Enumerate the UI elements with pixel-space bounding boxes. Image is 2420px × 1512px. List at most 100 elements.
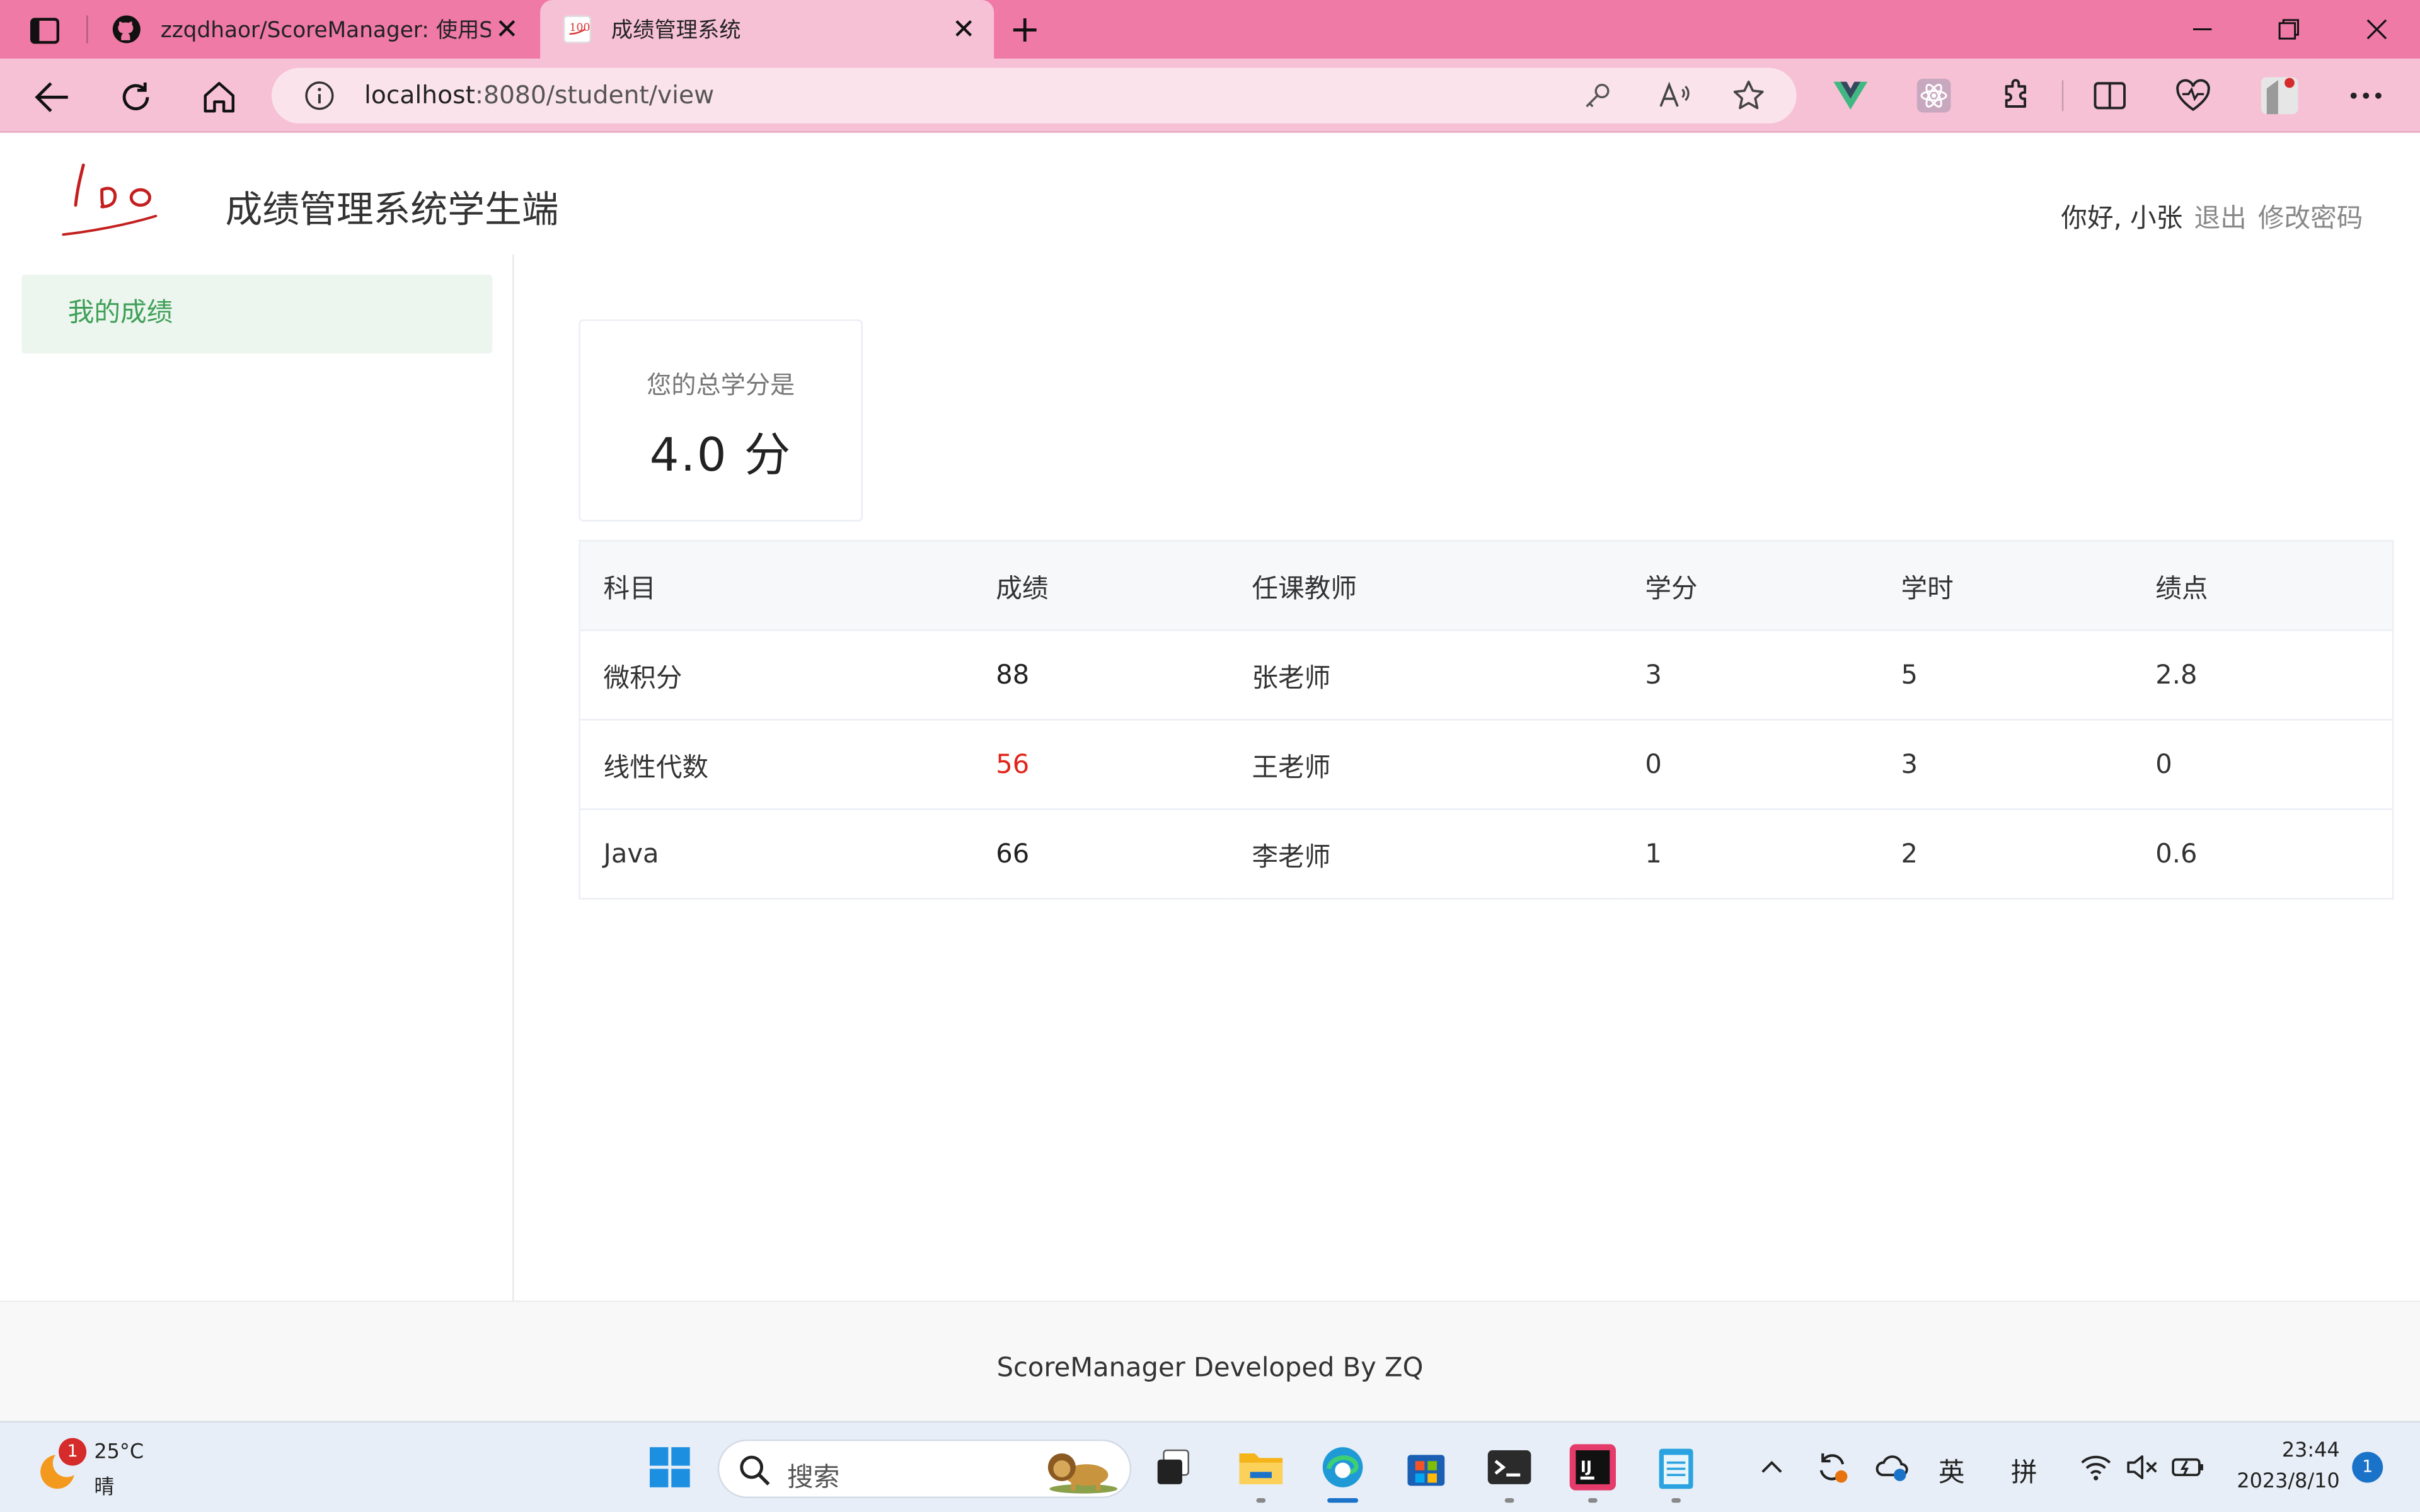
header-credit: 学分: [1622, 541, 1878, 631]
restore-icon[interactable]: [2270, 13, 2307, 47]
minimize-icon[interactable]: [2184, 13, 2221, 47]
tab-github[interactable]: zzqdhaor/ScoreManager: 使用Sp ✕: [89, 0, 537, 59]
vue-devtools-icon[interactable]: [1832, 77, 1869, 114]
tab-title: zzqdhaor/ScoreManager: 使用Sp: [160, 18, 491, 43]
url-path: :8080/student/view: [475, 80, 715, 110]
volume-muted-icon[interactable]: [2124, 1449, 2161, 1486]
wifi-icon[interactable]: [2077, 1449, 2114, 1486]
task-view-icon[interactable]: [1147, 1441, 1199, 1493]
cell-score: 66: [972, 809, 1229, 900]
cell-subject: Java: [579, 809, 973, 900]
edge-browser-icon[interactable]: [1317, 1441, 1369, 1493]
cell-teacher: 王老师: [1228, 719, 1622, 810]
page-footer: ScoreManager Developed By ZQ: [0, 1300, 2420, 1421]
back-arrow-icon[interactable]: [32, 77, 72, 117]
url-host: localhost: [364, 80, 475, 110]
tab-close-icon[interactable]: ✕: [495, 14, 519, 46]
search-placeholder: 搜索: [786, 1462, 840, 1494]
windows-start-icon[interactable]: [643, 1441, 696, 1493]
key-icon[interactable]: [1581, 79, 1615, 113]
weather-condition: 晴: [94, 1476, 115, 1500]
clock-time: 23:44: [2281, 1439, 2340, 1463]
close-window-icon[interactable]: [2358, 13, 2395, 47]
more-options-icon[interactable]: [2348, 77, 2385, 114]
table-row: 微积分 88 张老师 3 5 2.8: [579, 630, 2394, 721]
greeting-text: 你好, 小张: [2061, 203, 2183, 235]
tab-separator: [86, 15, 88, 43]
terminal-icon[interactable]: [1483, 1441, 1535, 1493]
change-password-link[interactable]: 修改密码: [2258, 203, 2363, 234]
profile-avatar-icon[interactable]: [2261, 77, 2298, 115]
table-row: 线性代数 56 王老师 0 3 0: [579, 719, 2394, 810]
input-method-pinyin[interactable]: 拼: [2011, 1450, 2037, 1489]
input-language-english[interactable]: 英: [1939, 1450, 1965, 1489]
show-hidden-icons-chevron-icon[interactable]: [1753, 1449, 1790, 1486]
tab-actions-icon[interactable]: [21, 14, 67, 48]
site-title: 成绩管理系统学生端: [225, 188, 559, 232]
running-indicator: [1256, 1498, 1266, 1503]
user-area: 你好, 小张 退出 修改密码: [2061, 196, 2363, 234]
header-gpa: 绩点: [2132, 541, 2394, 631]
new-tab-icon[interactable]: +: [1010, 9, 1040, 50]
url-text[interactable]: localhost:8080/student/view: [364, 80, 714, 110]
cell-credit: 0: [1622, 719, 1878, 810]
browser-essentials-icon[interactable]: [2175, 77, 2212, 114]
total-credit-label: 您的总学分是: [647, 370, 795, 400]
weather-temperature: 25°C: [94, 1441, 144, 1465]
browser-toolbar: localhost:8080/student/view: [0, 59, 2420, 133]
intellij-idea-icon[interactable]: IJ: [1567, 1441, 1619, 1493]
cell-score: 88: [972, 630, 1229, 721]
file-explorer-icon[interactable]: [1235, 1441, 1287, 1493]
running-indicator: [1588, 1498, 1598, 1503]
weather-badge: 1: [59, 1438, 87, 1466]
header-score: 成绩: [972, 541, 1229, 631]
header-teacher: 任课教师: [1228, 541, 1622, 631]
clock-date: 2023/8/10: [2237, 1470, 2340, 1494]
extensions-icon[interactable]: [1998, 77, 2036, 114]
read-aloud-icon[interactable]: [1657, 79, 1691, 113]
cell-gpa: 0.6: [2132, 809, 2394, 900]
cell-hours: 2: [1877, 809, 2133, 900]
logout-link[interactable]: 退出: [2194, 203, 2246, 234]
notepad-icon[interactable]: [1650, 1441, 1702, 1493]
refresh-icon[interactable]: [116, 77, 156, 117]
battery-charging-icon[interactable]: [2170, 1449, 2207, 1486]
taskbar-search[interactable]: 搜索: [717, 1439, 1132, 1498]
cell-subject: 线性代数: [579, 719, 973, 810]
address-bar[interactable]: localhost:8080/student/view: [272, 67, 1797, 123]
cell-gpa: 2.8: [2132, 630, 2394, 721]
header-subject: 科目: [579, 541, 973, 631]
system-clock[interactable]: 23:44 2023/8/10: [2237, 1436, 2339, 1498]
cell-credit: 3: [1622, 630, 1878, 721]
github-icon: [111, 14, 142, 45]
home-icon[interactable]: [199, 77, 239, 117]
notification-badge[interactable]: 1: [2352, 1452, 2383, 1483]
split-screen-icon[interactable]: [2091, 77, 2128, 114]
running-indicator: [1504, 1498, 1514, 1503]
active-app-indicator: [1327, 1498, 1359, 1503]
footer-text: ScoreManager Developed By ZQ: [996, 1353, 1424, 1384]
cell-teacher: 李老师: [1228, 809, 1622, 900]
site-favicon-icon: 100: [562, 14, 592, 45]
table-row: Java 66 李老师 1 2 0.6: [579, 809, 2394, 900]
tab-score-system[interactable]: 100 成绩管理系统 ✕: [540, 0, 994, 59]
lion-decoration-icon: [1037, 1446, 1121, 1495]
table-header-row: 科目 成绩 任课教师 学分 学时 绩点: [579, 541, 2394, 631]
windows-taskbar: 1 25°C 晴 搜索 IJ 英 拼 23:44 2023/8/10 1: [0, 1421, 2420, 1512]
toolbar-separator: [2061, 80, 2064, 112]
tab-title: 成绩管理系统: [611, 18, 741, 43]
site-info-icon[interactable]: [302, 79, 337, 113]
browser-tab-bar: zzqdhaor/ScoreManager: 使用Sp ✕ 100 成绩管理系统…: [0, 0, 2420, 59]
microsoft-store-icon[interactable]: [1400, 1441, 1452, 1493]
react-devtools-icon[interactable]: [1915, 77, 1952, 114]
tab-close-icon[interactable]: ✕: [952, 14, 976, 46]
onedrive-cloud-icon[interactable]: [1874, 1449, 1911, 1486]
sidebar-item-my-scores[interactable]: 我的成绩: [21, 274, 493, 353]
favorite-star-icon[interactable]: [1732, 79, 1766, 113]
cell-score-failed: 56: [972, 719, 1229, 810]
weather-widget[interactable]: 1 25°C 晴: [34, 1438, 188, 1499]
cell-credit: 1: [1622, 809, 1878, 900]
score-table: 科目 成绩 任课教师 学分 学时 绩点 微积分 88 张老师 3 5 2.8 线…: [579, 540, 2394, 900]
sync-update-icon[interactable]: [1814, 1449, 1851, 1486]
cell-hours: 5: [1877, 630, 2133, 721]
